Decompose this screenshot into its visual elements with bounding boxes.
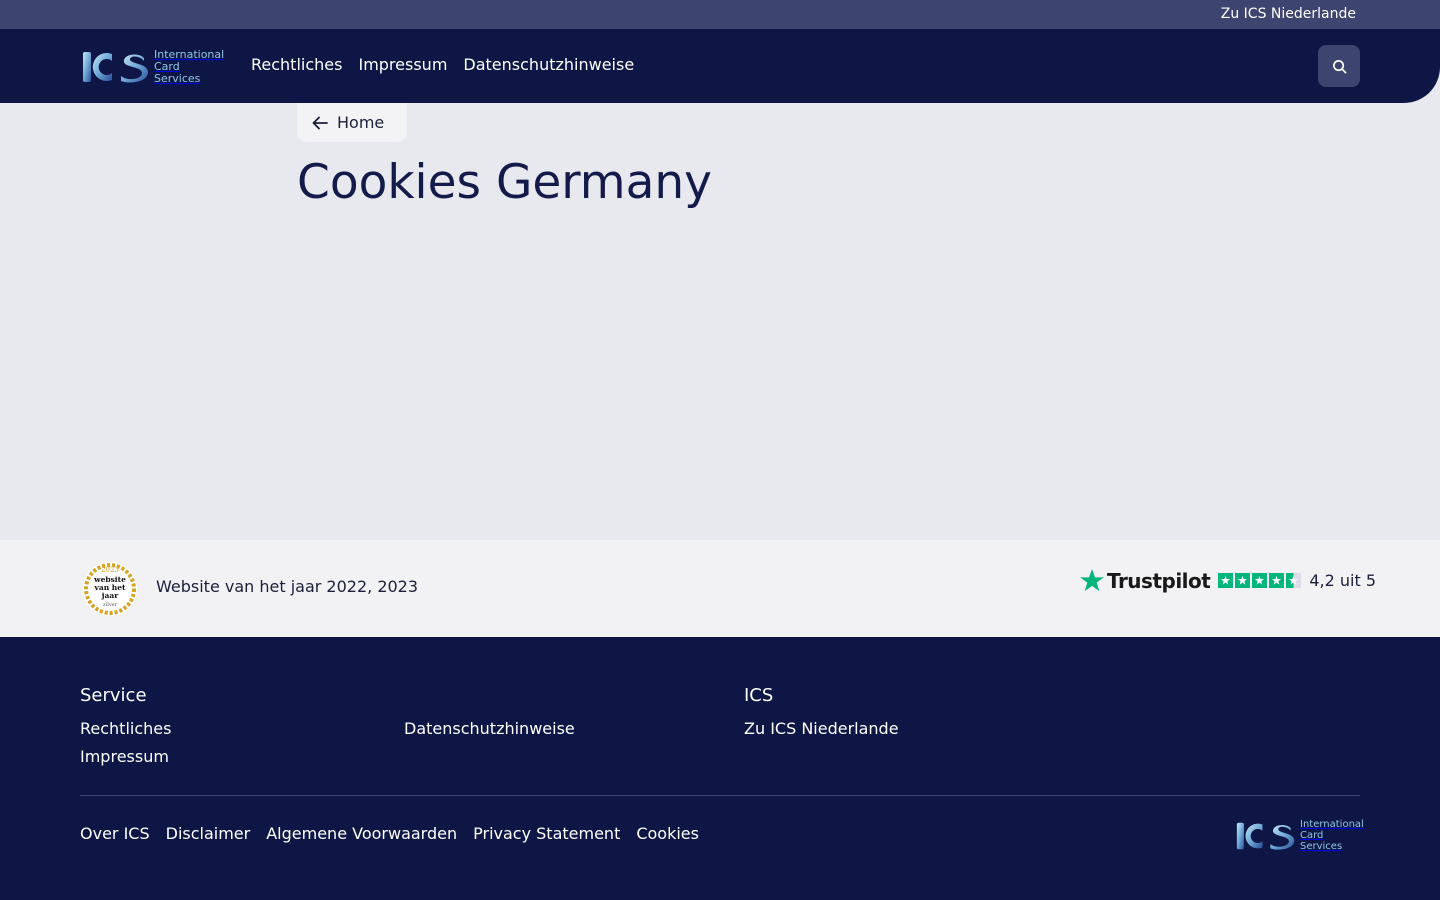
trustpilot-rating-text: 4,2 uit 5 (1309, 571, 1376, 590)
star-icon (1289, 575, 1299, 585)
legal-link-over-ics[interactable]: Over ICS (80, 824, 150, 843)
legal-link-cookies[interactable]: Cookies (636, 824, 699, 843)
footer-link-rechtliches[interactable]: Rechtliches (80, 719, 171, 738)
arrow-left-icon (312, 116, 328, 129)
trustpilot-star-2 (1235, 573, 1251, 588)
footer-divider (80, 795, 1360, 796)
footer-heading-ics: ICS (744, 685, 774, 706)
trustpilot-star-5 (1286, 573, 1302, 588)
ics-logo[interactable]: International Card Services (82, 47, 227, 87)
award-badge-year: 2023 (101, 566, 119, 574)
footer-ics-logo[interactable]: International Card Services (1236, 819, 1364, 852)
main-navigation: International Card Services Rechtliches … (0, 29, 1440, 103)
footer-logo-line-3: Services (1300, 841, 1343, 852)
legal-link-algemene-voorwaarden[interactable]: Algemene Voorwaarden (266, 824, 457, 843)
primary-nav-links: Rechtliches Impressum Datenschutzhinweis… (251, 55, 634, 74)
trustpilot-wordmark: Trustpilot (1107, 568, 1211, 593)
footer-link-datenschutzhinweise[interactable]: Datenschutzhinweise (404, 719, 575, 738)
trustpilot-stars (1218, 573, 1302, 588)
search-icon (1332, 59, 1346, 73)
star-icon (1221, 575, 1231, 585)
legal-links: Over ICS Disclaimer Algemene Voorwaarden… (80, 824, 699, 843)
website-van-het-jaar-award-badge: 2023 website van het jaar zilver (83, 562, 137, 616)
legal-link-disclaimer[interactable]: Disclaimer (166, 824, 251, 843)
trustpilot-star-3 (1252, 573, 1268, 588)
award-badge-line-3: jaar (101, 591, 119, 600)
trustpilot-star-1 (1218, 573, 1234, 588)
footer-link-zu-ics-niederlande[interactable]: Zu ICS Niederlande (744, 719, 899, 738)
star-icon (1272, 575, 1282, 585)
trustpilot-star-4 (1269, 573, 1285, 588)
trustpilot-rating[interactable]: Trustpilot 4,2 uit 5 (1079, 568, 1376, 593)
trustpilot-star-icon (1080, 569, 1104, 592)
back-to-home-button[interactable]: Home (297, 103, 407, 142)
ics-logo-mark (1236, 822, 1295, 850)
legal-link-privacy-statement[interactable]: Privacy Statement (473, 824, 620, 843)
award-text: Website van het jaar 2022, 2023 (156, 577, 419, 596)
switch-country-link[interactable]: Zu ICS Niederlande (1221, 6, 1356, 22)
nav-link-datenschutzhinweise[interactable]: Datenschutzhinweise (463, 55, 634, 74)
nav-link-rechtliches[interactable]: Rechtliches (251, 55, 342, 74)
logo-line-3: Services (154, 72, 201, 85)
ratings-band: 2023 website van het jaar zilver Website… (0, 540, 1440, 637)
footer-heading-service: Service (80, 685, 147, 706)
page-title: Cookies Germany (297, 155, 712, 210)
top-utility-bar: Zu ICS Niederlande (0, 0, 1440, 29)
star-icon (1238, 575, 1248, 585)
footer-link-impressum[interactable]: Impressum (80, 747, 169, 766)
back-button-label: Home (337, 113, 385, 132)
footer-logo-line-2: Card (1300, 830, 1324, 841)
logo-wordmark: International Card Services (154, 49, 224, 85)
nav-link-impressum[interactable]: Impressum (358, 55, 447, 74)
ics-logo-mark (83, 52, 148, 83)
site-footer: Service Rechtliches Datenschutzhinweise … (0, 637, 1440, 900)
award-badge-line-4: zilver (103, 602, 118, 608)
star-icon (1255, 575, 1265, 585)
footer-logo-line-1: International (1300, 819, 1364, 830)
footer-logo-wordmark: International Card Services (1300, 819, 1364, 852)
search-button[interactable] (1318, 45, 1360, 87)
